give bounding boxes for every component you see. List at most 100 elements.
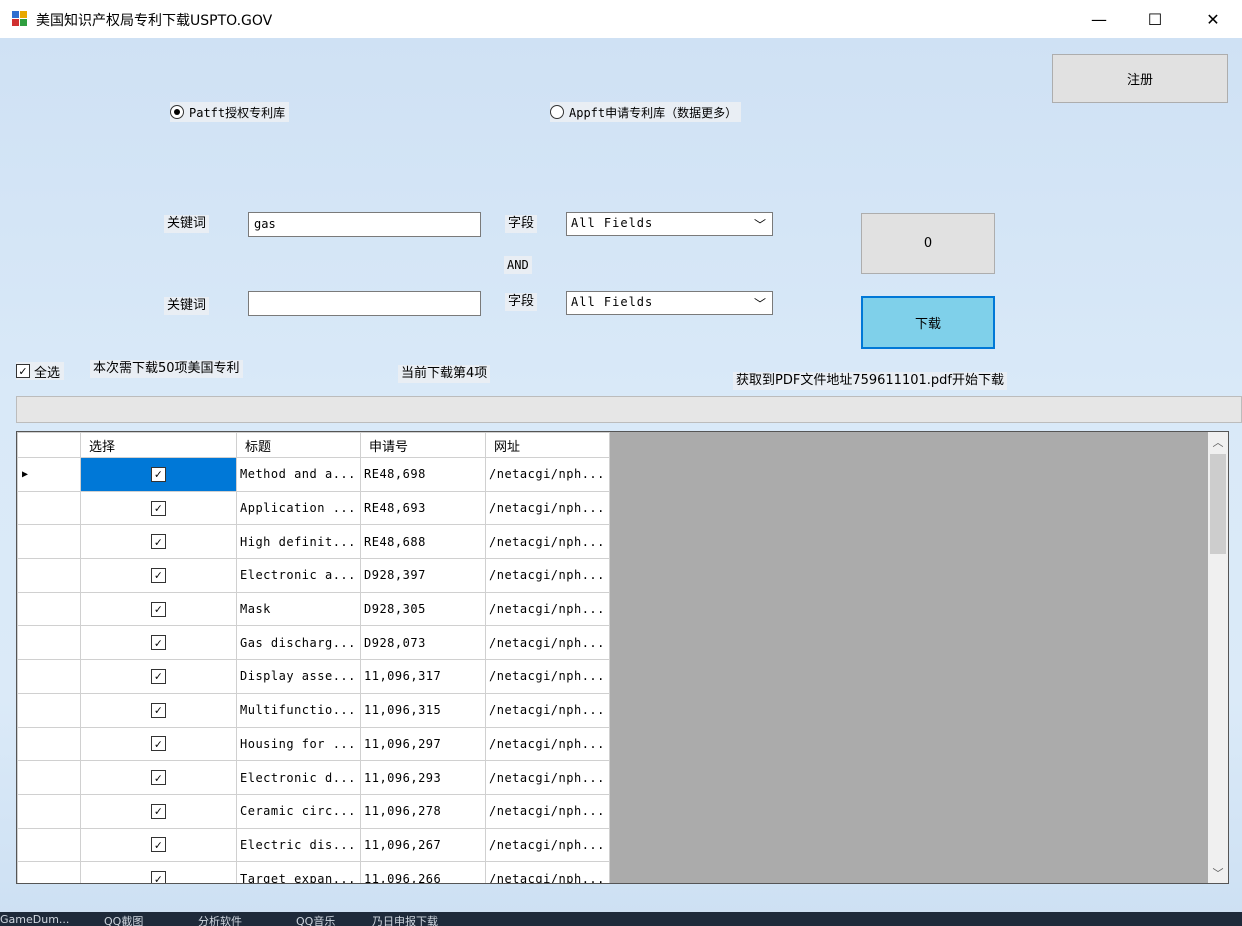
patent-grid[interactable]: 选择 标题 申请号 网址 ▶ ✓ Method and a... RE48,698/n…: [16, 431, 1229, 884]
cell-url[interactable]: /netacgi/nph...: [485, 793, 610, 829]
appft-radio[interactable]: Appft申请专利库（数据更多）: [550, 102, 742, 122]
column-header-url[interactable]: 网址: [485, 432, 610, 458]
row-header[interactable]: [17, 793, 81, 829]
cell-url[interactable]: /netacgi/nph...: [485, 692, 610, 728]
row-header[interactable]: [17, 625, 81, 661]
taskbar-item[interactable]: QQ音乐: [296, 913, 335, 926]
cell-url[interactable]: /netacgi/nph...: [485, 659, 610, 694]
checkbox-icon[interactable]: ✓: [151, 803, 166, 819]
table-row[interactable]: ✓ High definit... RE48,688/netacgi/nph...: [17, 524, 610, 560]
register-button[interactable]: 注册: [1052, 54, 1228, 103]
cell-url[interactable]: /netacgi/nph...: [485, 726, 610, 762]
table-row[interactable]: ✓ Application ... RE48,693/netacgi/nph...: [17, 490, 610, 526]
cell-url[interactable]: /netacgi/nph...: [485, 827, 610, 863]
cell-title[interactable]: Electronic d...: [236, 760, 361, 795]
cell-title[interactable]: Method and a...: [236, 457, 361, 492]
cell-number[interactable]: 11,096,266: [360, 861, 486, 883]
checkbox-icon[interactable]: ✓: [151, 770, 166, 786]
checkbox-icon[interactable]: ✓: [151, 601, 166, 617]
cell-number[interactable]: RE48,693: [360, 490, 486, 526]
table-row[interactable]: ✓ Target expan... 11,096,266/netacgi/nph..…: [17, 861, 610, 883]
maximize-button[interactable]: ☐: [1126, 0, 1184, 38]
table-row[interactable]: ▶ ✓ Method and a... RE48,698/netacgi/nph...: [17, 457, 610, 492]
column-header-select[interactable]: 选择: [80, 432, 237, 458]
cell-url[interactable]: /netacgi/nph...: [485, 457, 610, 492]
field-select-1[interactable]: All Fields ﹀: [566, 212, 773, 236]
checkbox-icon[interactable]: ✓: [151, 837, 166, 853]
row-select-cell[interactable]: ✓: [80, 726, 237, 762]
table-row[interactable]: ✓ Electric dis... 11,096,267/netacgi/nph..…: [17, 827, 610, 863]
row-select-cell[interactable]: ✓: [80, 827, 237, 863]
cell-number[interactable]: 11,096,293: [360, 760, 486, 795]
cell-url[interactable]: /netacgi/nph...: [485, 490, 610, 526]
keyword-input-1[interactable]: gas: [248, 212, 481, 237]
taskbar-item[interactable]: QQ截图: [104, 913, 143, 926]
cell-url[interactable]: /netacgi/nph...: [485, 558, 610, 593]
cell-number[interactable]: D928,073: [360, 625, 486, 661]
cell-number[interactable]: D928,305: [360, 591, 486, 627]
checkbox-icon[interactable]: ✓: [151, 871, 166, 883]
field-select-2[interactable]: All Fields ﹀: [566, 291, 773, 315]
scroll-down-icon[interactable]: ﹀: [1208, 863, 1228, 883]
table-row[interactable]: ✓ Electronic d... 11,096,293/netacgi/nph..…: [17, 760, 610, 795]
table-row[interactable]: ✓ Housing for ... 11,096,297/netacgi/nph..…: [17, 726, 610, 762]
column-header-number[interactable]: 申请号: [360, 432, 486, 458]
current-row-arrow-icon[interactable]: ▶: [17, 457, 81, 492]
row-select-cell[interactable]: ✓: [80, 760, 237, 795]
cell-title[interactable]: Housing for ...: [236, 726, 361, 762]
cell-url[interactable]: /netacgi/nph...: [485, 591, 610, 627]
cell-number[interactable]: 11,096,278: [360, 793, 486, 829]
checkbox-icon[interactable]: ✓: [151, 668, 166, 684]
cell-number[interactable]: RE48,698: [360, 457, 486, 492]
row-header[interactable]: [17, 827, 81, 863]
scroll-up-icon[interactable]: ︿: [1208, 432, 1228, 452]
row-select-cell[interactable]: ✓: [80, 457, 237, 492]
patft-radio[interactable]: Patft授权专利库: [170, 102, 290, 122]
taskbar-item[interactable]: 分析软件: [198, 913, 242, 926]
cell-url[interactable]: /netacgi/nph...: [485, 861, 610, 883]
row-select-cell[interactable]: ✓: [80, 793, 237, 829]
row-select-cell[interactable]: ✓: [80, 861, 237, 883]
vertical-scrollbar[interactable]: ︿ ﹀: [1208, 432, 1228, 883]
cell-title[interactable]: Display asse...: [236, 659, 361, 694]
table-row[interactable]: ✓ Display asse... 11,096,317/netacgi/nph..…: [17, 659, 610, 694]
row-header[interactable]: [17, 760, 81, 795]
table-row[interactable]: ✓ Electronic a... D928,397/netacgi/nph...: [17, 558, 610, 593]
cell-title[interactable]: Mask: [236, 591, 361, 627]
cell-number[interactable]: 11,096,315: [360, 692, 486, 728]
checkbox-icon[interactable]: ✓: [151, 500, 166, 516]
cell-url[interactable]: /netacgi/nph...: [485, 524, 610, 560]
table-row[interactable]: ✓ Gas discharg... D928,073/netacgi/nph...: [17, 625, 610, 661]
row-select-cell[interactable]: ✓: [80, 558, 237, 593]
download-button[interactable]: 下载: [861, 296, 995, 349]
checkbox-icon[interactable]: ✓: [151, 736, 166, 752]
cell-number[interactable]: 11,096,297: [360, 726, 486, 762]
close-button[interactable]: ✕: [1184, 0, 1242, 38]
cell-number[interactable]: RE48,688: [360, 524, 486, 560]
keyword-input-2[interactable]: [248, 291, 481, 316]
cell-title[interactable]: Application ...: [236, 490, 361, 526]
checkbox-icon[interactable]: ✓: [151, 534, 166, 550]
table-row[interactable]: ✓ Mask D928,305/netacgi/nph...: [17, 591, 610, 627]
checkbox-icon[interactable]: ✓: [151, 702, 166, 718]
row-header[interactable]: [17, 524, 81, 560]
row-header[interactable]: [17, 490, 81, 526]
cell-title[interactable]: Target expan...: [236, 861, 361, 883]
row-header[interactable]: [17, 558, 81, 593]
row-header[interactable]: [17, 692, 81, 728]
row-select-cell[interactable]: ✓: [80, 524, 237, 560]
row-header[interactable]: [17, 659, 81, 694]
row-header[interactable]: [17, 726, 81, 762]
row-header[interactable]: [17, 591, 81, 627]
row-select-cell[interactable]: ✓: [80, 625, 237, 661]
row-select-cell[interactable]: ✓: [80, 659, 237, 694]
count-button[interactable]: 0: [861, 213, 995, 274]
checkbox-icon[interactable]: ✓: [151, 466, 166, 482]
cell-url[interactable]: /netacgi/nph...: [485, 760, 610, 795]
row-header[interactable]: [17, 861, 81, 883]
cell-title[interactable]: High definit...: [236, 524, 361, 560]
column-header-title[interactable]: 标题: [236, 432, 361, 458]
taskbar-item[interactable]: GameDum...: [0, 913, 69, 926]
row-select-cell[interactable]: ✓: [80, 692, 237, 728]
select-all-checkbox[interactable]: ✓ 全选: [16, 362, 65, 381]
